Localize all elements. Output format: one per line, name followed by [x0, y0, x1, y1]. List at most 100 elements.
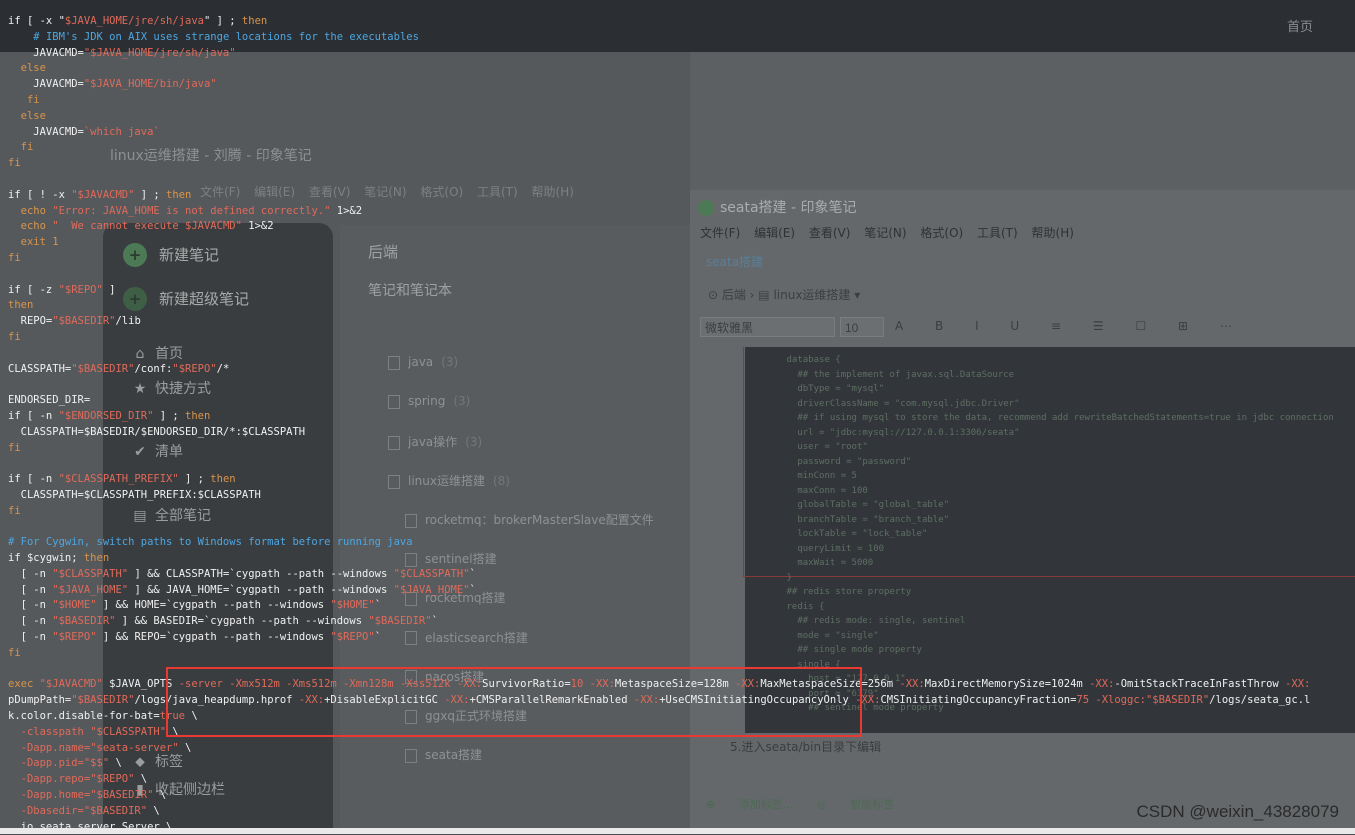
code-token: "$JAVACMD" — [71, 188, 135, 201]
code-token: ` — [374, 631, 382, 644]
bottom-strip — [0, 828, 1355, 834]
code-token: ` — [469, 583, 476, 596]
code-token: then — [166, 188, 192, 201]
code-line: fi — [8, 140, 1310, 156]
code-line: [ -n "$REPO" ] && REPO=`cygpath --path -… — [8, 630, 1310, 646]
code-token: CLASSPATH=$CLASSPATH_PREFIX:$CLASSPATH — [8, 488, 261, 501]
code-line: CLASSPATH=$CLASSPATH_PREFIX:$CLASSPATH — [8, 488, 1310, 504]
code-token: "$JAVACMD" — [39, 678, 103, 691]
code-token: ] — [102, 283, 116, 296]
code-line: [ -n "$JAVA_HOME" ] && JAVA_HOME=`cygpat… — [8, 583, 1310, 599]
code-token: then — [83, 552, 110, 565]
code-token: 75 — [1076, 694, 1096, 707]
code-line: if $cygwin; then — [8, 551, 1310, 567]
code-line: fi — [8, 251, 1310, 267]
code-line: -Dapp.home="$BASEDIR" \ — [8, 788, 1310, 804]
code-token: /logs/seata_gc.l — [1209, 694, 1311, 707]
code-token: "$CLASSPATH" — [52, 567, 129, 580]
code-token: CMSInitiatingOccupancyFraction= — [880, 694, 1077, 707]
code-token: if $cygwin; — [8, 552, 84, 565]
code-line: if [ -z "$REPO" ] — [8, 283, 1310, 299]
code-token: [ -n — [8, 615, 53, 628]
code-token: -Dapp.repo= — [8, 773, 91, 786]
code-token: fi — [8, 330, 21, 343]
code-token: "$$" — [83, 757, 110, 770]
code-token: /lib — [115, 315, 141, 328]
code-token: ` — [469, 567, 476, 580]
highlight-box — [166, 667, 862, 737]
code-token: /* — [216, 362, 230, 375]
code-line: exit 1 — [8, 235, 1310, 251]
code-line: else — [8, 61, 1310, 77]
code-token: # For Cygwin, switch paths to Windows fo… — [8, 536, 413, 549]
code-line: fi — [8, 441, 1310, 457]
code-line: JAVACMD=`which java` — [8, 125, 1310, 141]
code-token: \ — [153, 789, 167, 802]
code-token: "$BASEDIR" — [71, 362, 135, 375]
code-token: \ — [109, 757, 122, 770]
code-token: \ — [134, 773, 148, 786]
code-token: -OmitStackTraceInFastThrow — [1114, 678, 1286, 691]
code-token: [ -n — [8, 567, 53, 580]
code-line: then — [8, 298, 1310, 314]
code-line: fi — [8, 156, 1310, 172]
code-line: if [ -x "$JAVA_HOME/jre/sh/java" ] ; the… — [8, 14, 1310, 30]
code-line: [ -n "$HOME" ] && HOME=`cygpath --path -… — [8, 598, 1310, 614]
code-token: "$ENDORSED_DIR" — [58, 409, 154, 422]
code-token: \ — [178, 741, 192, 754]
code-token: echo — [8, 204, 53, 217]
code-token: [ -n — [8, 599, 53, 612]
code-line: if [ -n "$CLASSPATH_PREFIX" ] ; then — [8, 472, 1310, 488]
code-line: echo "Error: JAVA_HOME is not defined co… — [8, 204, 1310, 220]
code-token: $JAVA_HOME/jre/sh/java — [64, 15, 204, 27]
code-token: if [ ! -x — [8, 188, 72, 201]
code-token: " We cannot execute $JAVACMD" — [52, 220, 242, 233]
code-token: ` — [431, 615, 438, 628]
code-token: "$REPO" — [172, 362, 217, 375]
code-token: "seata-server" — [90, 741, 179, 754]
code-token: `which java` — [83, 125, 160, 138]
code-token: if [ -n — [8, 409, 59, 422]
code-token: "$JAVA_HOME" — [52, 583, 129, 596]
code-token: "$REPO" — [90, 773, 135, 786]
code-line: fi — [8, 646, 1310, 662]
code-line: REPO="$BASEDIR"/lib — [8, 314, 1310, 330]
code-line: fi — [8, 504, 1310, 520]
code-line: [ -n "$BASEDIR" ] && BASEDIR=`cygpath --… — [8, 614, 1310, 630]
code-token: "$HOME" — [52, 599, 97, 612]
code-token: exec — [8, 678, 40, 691]
code-token: "$HOME" — [330, 599, 375, 612]
code-line: ENDORSED_DIR= — [8, 393, 1310, 409]
code-token: fi — [8, 251, 21, 264]
code-token: echo — [8, 220, 53, 233]
code-token: "$CLASSPATH_PREFIX" — [58, 473, 179, 486]
code-token: "$BASEDIR" — [83, 804, 148, 817]
code-token: fi — [20, 141, 34, 154]
code-token: else — [20, 62, 46, 75]
code-token: JAVACMD= — [8, 125, 84, 138]
code-line: -Dbasedir="$BASEDIR" \ — [8, 804, 1310, 820]
code-token: -XX: — [1285, 678, 1311, 691]
code-token: "$BASEDIR" — [71, 694, 135, 707]
code-token: ENDORSED_DIR= — [8, 394, 91, 407]
code-token: ] ; — [134, 188, 167, 201]
code-token: pDumpPath= — [8, 694, 72, 707]
code-line: -Dapp.pid="$$" \ — [8, 756, 1310, 772]
code-token: ] && CLASSPATH=`cygpath --path --windows — [128, 567, 394, 580]
code-token: else — [20, 109, 46, 122]
code-token: "$BASEDIR" — [52, 615, 116, 628]
code-token: -Dbasedir= — [8, 804, 84, 817]
code-token: CLASSPATH=$BASEDIR/$ENDORSED_DIR/*:$CLAS… — [8, 425, 306, 438]
code-token: "$REPO" — [58, 283, 103, 296]
code-token: 1>&2 — [241, 220, 274, 233]
code-token: -Dapp.home= — [8, 789, 91, 802]
code-token: " ] ; — [203, 15, 242, 27]
code-token: fi — [8, 504, 21, 517]
code-line: -Dapp.name="seata-server" \ — [8, 741, 1310, 757]
